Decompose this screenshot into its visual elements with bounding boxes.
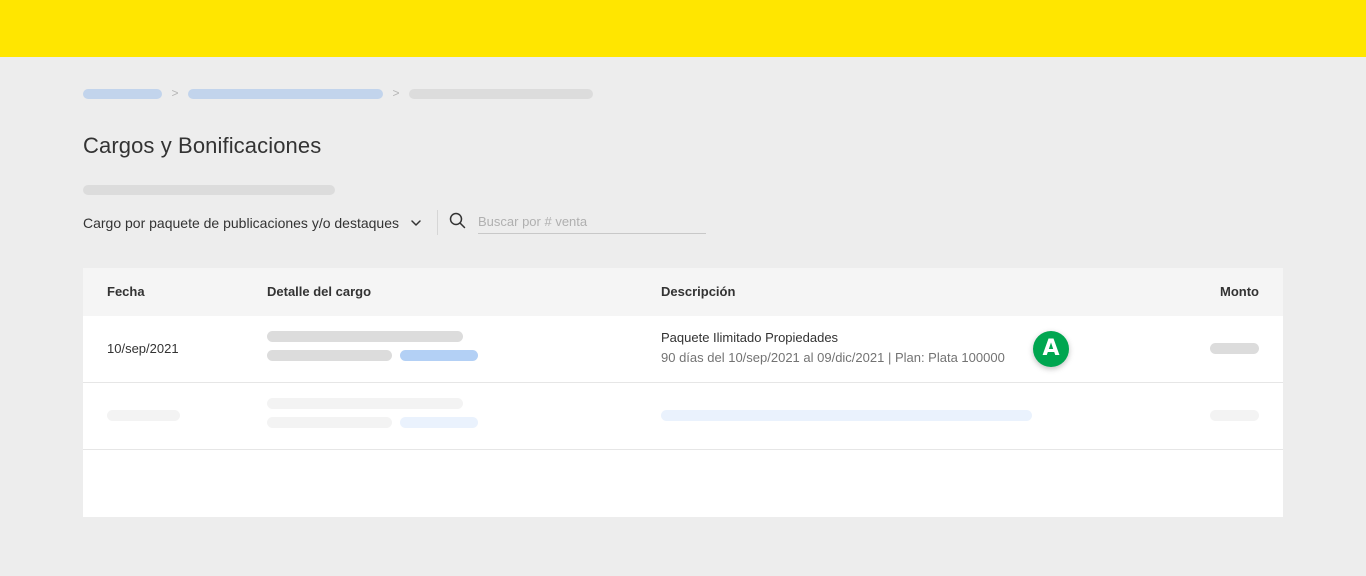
header-bar (0, 0, 1366, 57)
detail-placeholder-line (267, 331, 463, 342)
column-header-description: Descripción (661, 284, 736, 299)
date-placeholder (107, 410, 180, 421)
search-input[interactable] (478, 210, 706, 234)
description-placeholder (661, 410, 1032, 421)
table-header: Fecha Detalle del cargo Descripción Mont… (83, 268, 1283, 316)
amount-placeholder (1210, 343, 1259, 354)
chevron-down-icon (411, 220, 421, 226)
search-icon[interactable] (449, 212, 466, 229)
chevron-right-icon: > (171, 86, 179, 100)
annotation-marker: A (1033, 331, 1069, 367)
page-title: Cargos y Bonificaciones (83, 133, 322, 158)
charge-type-selected: Cargo por paquete de publicaciones y/o d… (83, 215, 399, 231)
detail-placeholder-line (267, 417, 392, 428)
detail-placeholder-link (400, 417, 478, 428)
row-date: 10/sep/2021 (107, 341, 179, 356)
breadcrumb-item-2[interactable] (188, 89, 383, 99)
column-header-amount: Monto (1220, 284, 1259, 299)
breadcrumb-item-1[interactable] (83, 89, 162, 99)
amount-placeholder (1210, 410, 1259, 421)
detail-placeholder-line (267, 398, 463, 409)
breadcrumb-item-current (409, 89, 593, 99)
chevron-right-icon: > (392, 86, 400, 100)
subtitle-placeholder (83, 185, 335, 195)
row-description-detail: 90 días del 10/sep/2021 al 09/dic/2021 |… (661, 350, 1005, 365)
row-divider (83, 382, 1283, 383)
row-description-title: Paquete Ilimitado Propiedades (661, 330, 839, 345)
detail-placeholder-link[interactable] (400, 350, 478, 361)
charges-table: Fecha Detalle del cargo Descripción Mont… (83, 268, 1283, 517)
charge-type-dropdown[interactable]: Cargo por paquete de publicaciones y/o d… (83, 212, 423, 234)
column-header-detail: Detalle del cargo (267, 284, 372, 299)
row-divider (83, 449, 1283, 450)
column-header-date: Fecha (107, 284, 145, 299)
filter-divider (437, 210, 438, 235)
detail-placeholder-line (267, 350, 392, 361)
